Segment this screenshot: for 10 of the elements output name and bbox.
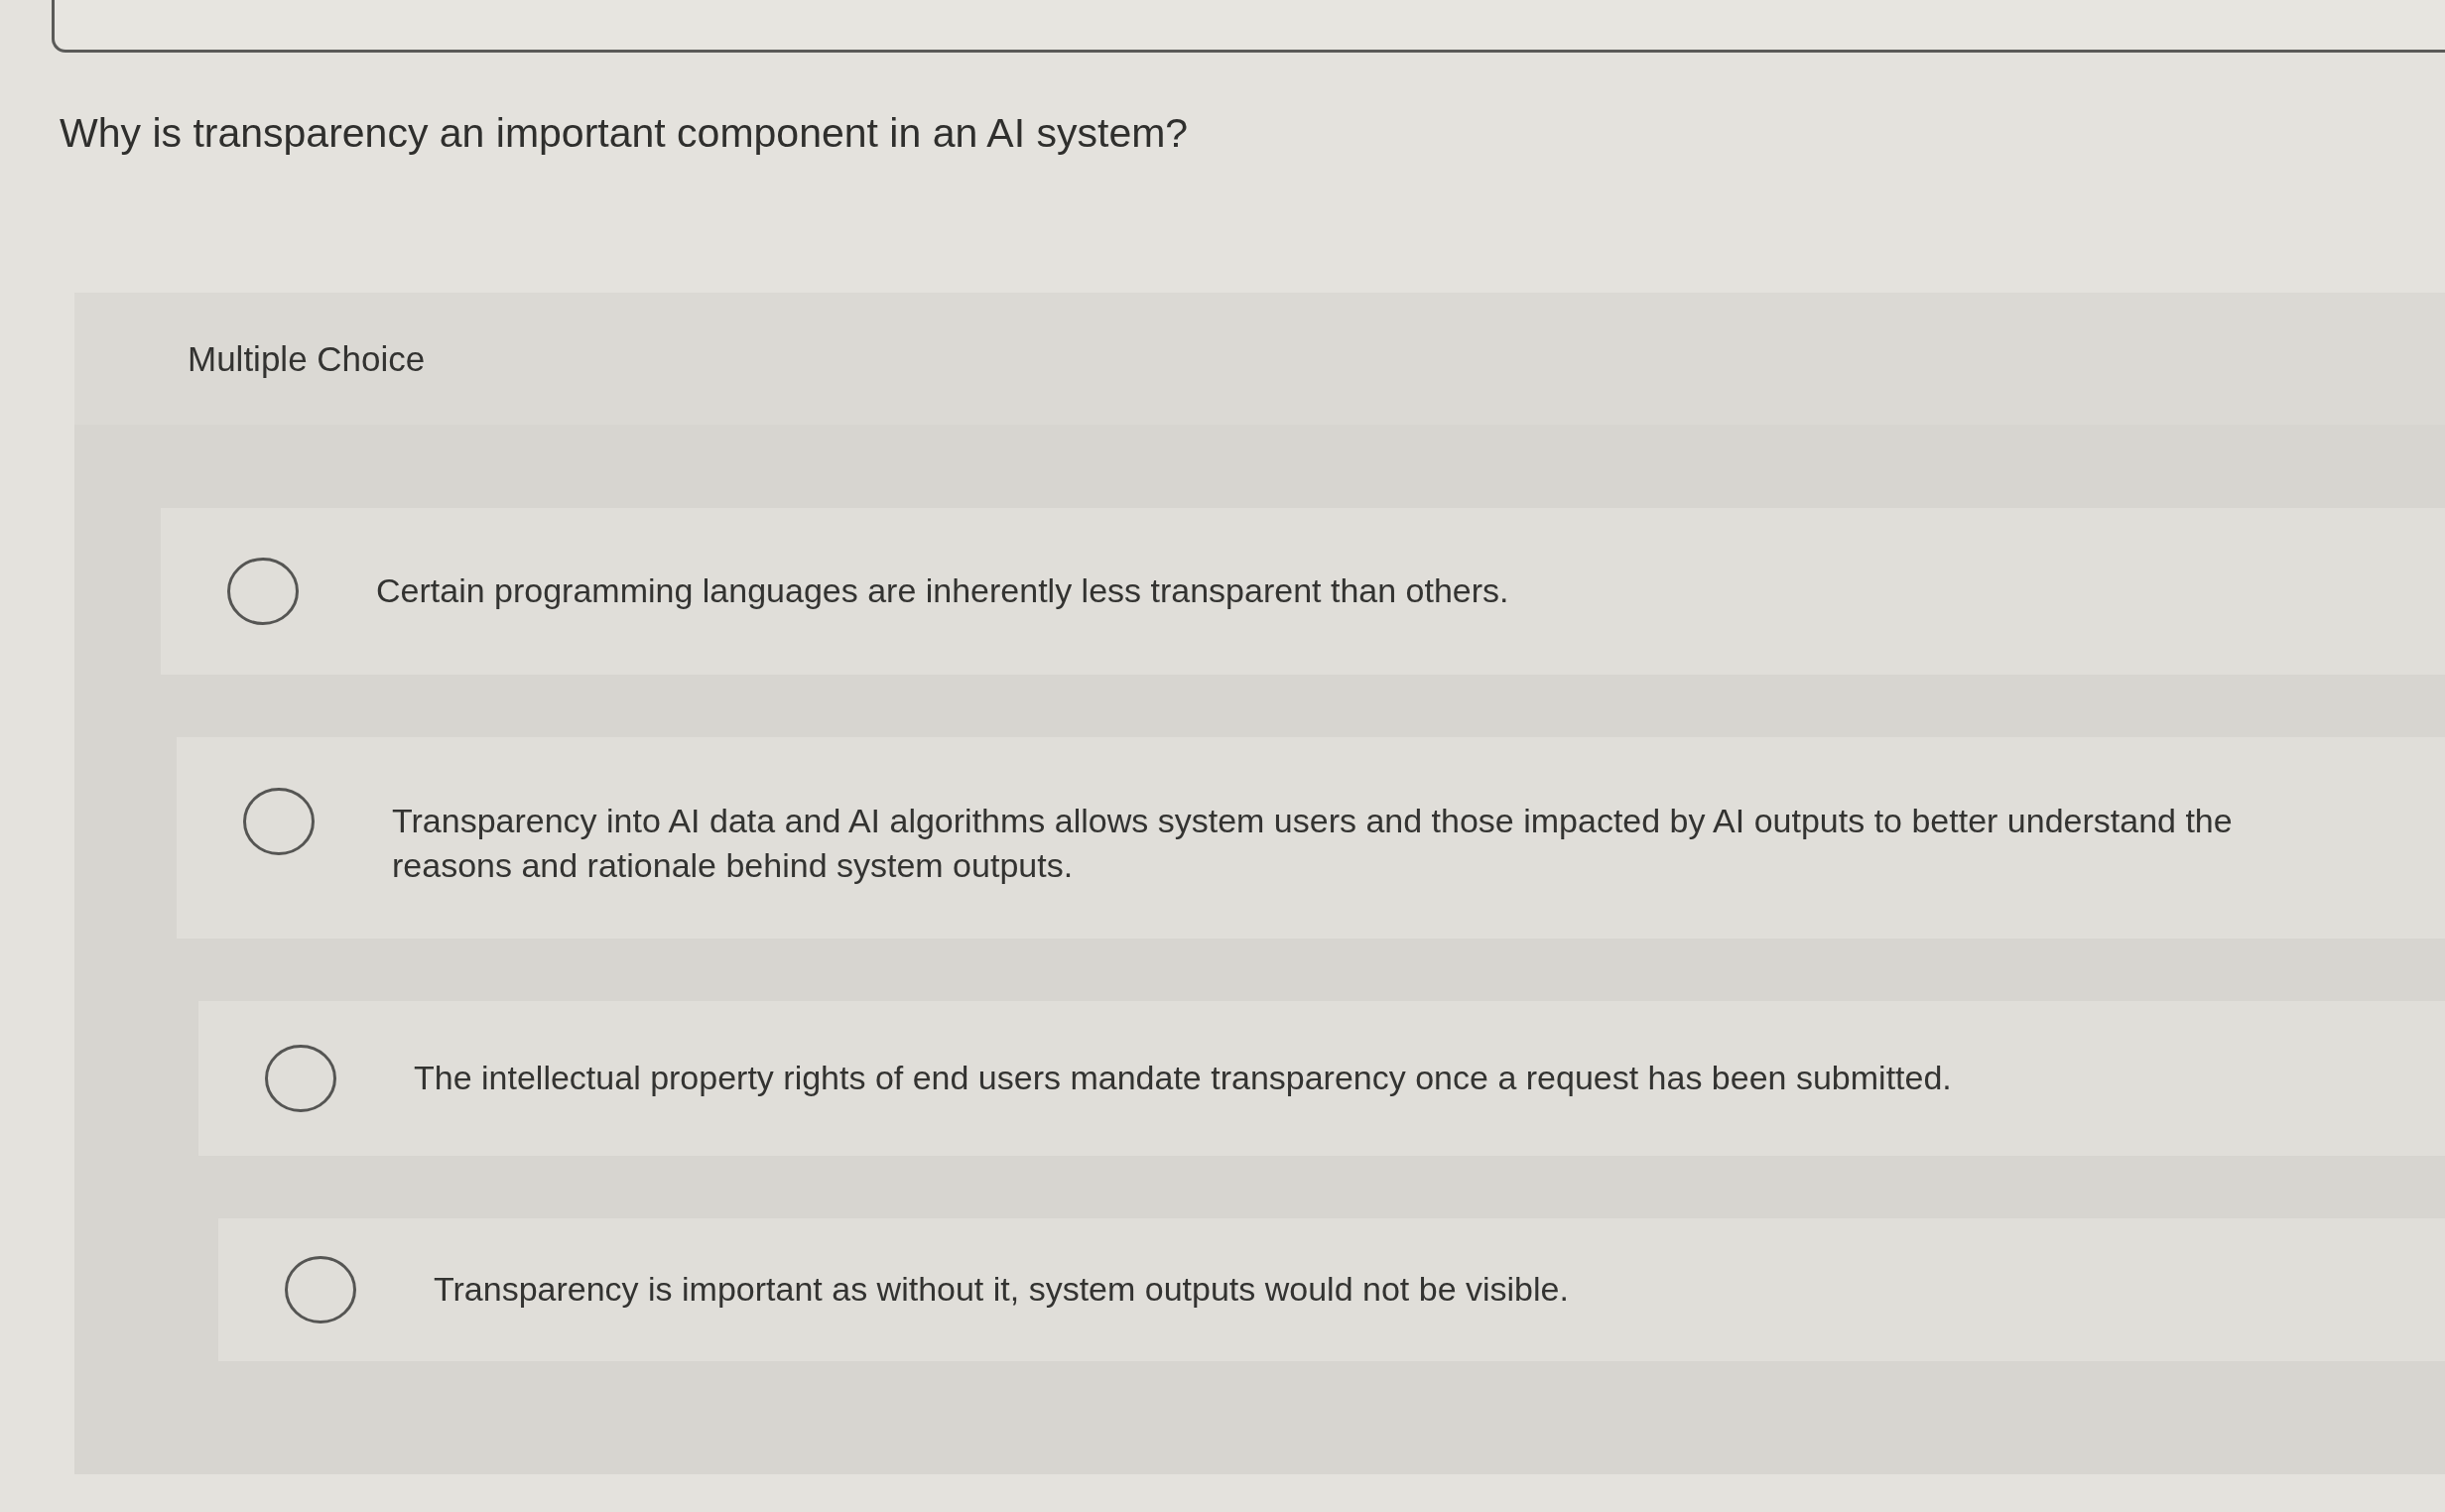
question-type-label: Multiple Choice [188,337,426,380]
radio-button[interactable] [285,1256,356,1323]
answer-text: Certain programming languages are inherently less transparent than others. [376,570,1509,611]
radio-button[interactable] [265,1045,336,1112]
radio-button[interactable] [243,788,315,855]
answer-text: Transparency is important as without it, system outputs would not be visible. [434,1269,1569,1310]
radio-button[interactable] [227,558,299,625]
answer-text: The intellectual property rights of end users mandate transparency once a request has been submitted. [414,1058,1952,1098]
answer-text: Transparency into AI data and AI algorithms allows system users and those impacted by AI outputs to better understand the reasons and rationale behind system outputs. [392,801,2234,886]
question-text: Why is transparency an important component in an AI system? [60,109,1189,157]
